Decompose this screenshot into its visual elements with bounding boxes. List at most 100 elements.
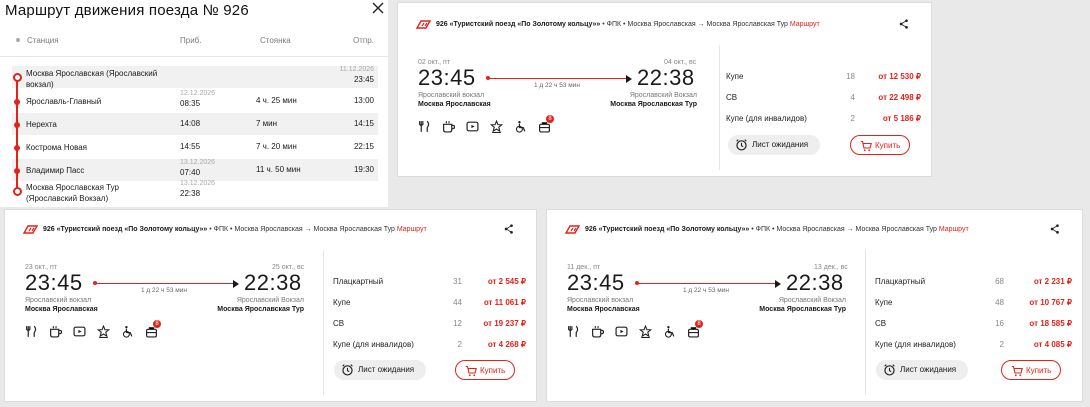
- class-price[interactable]: от 4 268 ₽: [488, 340, 526, 349]
- seat-count: 2: [850, 114, 855, 123]
- train-title: 926 «Туристский поезд «По Золотому кольц…: [436, 21, 820, 28]
- departure-station: Москва Ярославская: [418, 101, 491, 108]
- class-price[interactable]: от 22 498 ₽: [878, 93, 921, 102]
- seat-count: 12: [453, 319, 462, 328]
- arrival-time: 14:55: [180, 142, 201, 151]
- arrival-station-small: Ярославский Вокзал: [236, 297, 304, 304]
- share-icon[interactable]: [899, 19, 909, 29]
- class-price[interactable]: от 11 061 ₽: [484, 298, 526, 307]
- stop-duration: 4 ч. 25 мин: [256, 96, 297, 105]
- class-price[interactable]: от 19 237 ₽: [483, 319, 526, 328]
- cart-icon: [860, 140, 872, 152]
- seat-count: 68: [995, 277, 1004, 286]
- class-price[interactable]: от 2 545 ₽: [488, 277, 526, 286]
- departure-station-small: Ярославский вокзал: [25, 297, 92, 304]
- route-link[interactable]: Маршрут: [790, 21, 820, 28]
- seat-count: 2: [457, 340, 462, 349]
- departure-time: 23:45: [25, 270, 83, 295]
- arrival-time: 07:40: [180, 168, 201, 177]
- class-price[interactable]: от 2 231 ₽: [1034, 277, 1072, 286]
- travel-arrow: [95, 283, 235, 284]
- wheelchair-icon: [122, 325, 133, 338]
- carrier: ФПК: [606, 21, 622, 28]
- arrow-head: [775, 279, 781, 288]
- waitlist-label: Лист ожидания: [900, 365, 957, 374]
- wheelchair-icon: [515, 120, 526, 133]
- seat-count: 2: [999, 340, 1004, 349]
- departure-time: 23:45: [418, 65, 476, 90]
- route-link[interactable]: Маршрут: [939, 226, 969, 233]
- stop-marker: [14, 168, 20, 174]
- luggage-badge: 8: [546, 115, 554, 123]
- route-row: Ярославль-Главный 12.12.2026 08:35 4 ч. 25 …: [12, 90, 378, 112]
- class-name: Купе (для инвалидов): [875, 340, 956, 349]
- buy-button[interactable]: Купить: [1001, 360, 1061, 380]
- travel-duration: 1 д 22 ч 53 мин: [534, 82, 580, 89]
- share-icon[interactable]: [1050, 224, 1060, 234]
- route-from: Москва Ярославская: [627, 21, 698, 28]
- station-name-line2: (Ярославский Вокзал): [26, 194, 109, 203]
- route-arrow: →: [697, 21, 707, 28]
- route-row: Нерехта 14:08 7 мин 14:15: [12, 113, 378, 135]
- departure-time: 23:45: [567, 270, 625, 295]
- travel-arrow: [488, 78, 628, 79]
- share-icon[interactable]: [504, 224, 514, 234]
- station-name: Москва Ярославская (Ярославский: [26, 69, 158, 78]
- star-icon: [490, 120, 503, 133]
- waitlist-button[interactable]: Лист ожидания: [876, 360, 968, 380]
- coffee-icon: [50, 326, 62, 338]
- header-arrival: Приб.: [180, 36, 202, 45]
- arrival-time: 22:38: [637, 65, 695, 90]
- station-name-line2: вокзал): [26, 80, 54, 89]
- buy-button[interactable]: Купить: [850, 135, 910, 155]
- arrival-time: 22:38: [180, 189, 201, 198]
- class-price[interactable]: от 4 085 ₽: [1034, 340, 1072, 349]
- buy-label: Купить: [875, 141, 901, 150]
- departure-time: 22:15: [353, 142, 374, 151]
- class-price[interactable]: от 18 585 ₽: [1029, 319, 1072, 328]
- brand-rzd-icon: [23, 225, 38, 234]
- class-price[interactable]: от 10 767 ₽: [1029, 298, 1072, 307]
- carrier: ФПК: [755, 226, 771, 233]
- station-name: Владимир Пасс: [26, 166, 85, 175]
- route-line: [16, 74, 18, 193]
- stop-marker: [14, 122, 20, 128]
- waitlist-button[interactable]: Лист ожидания: [334, 360, 426, 380]
- alarm-clock-icon: [736, 139, 747, 151]
- arrival-date: 13.12.2026: [180, 180, 216, 187]
- card-divider: [323, 250, 324, 395]
- route-row: Кострома Новая 14:55 7 ч. 20 мин 22:15: [12, 136, 378, 158]
- header-bullet: [16, 38, 20, 42]
- waitlist-button[interactable]: Лист ожидания: [728, 135, 820, 155]
- station-name: Ярославль-Главный: [26, 97, 102, 106]
- arrival-station: Москва Ярославская Тур: [610, 101, 697, 108]
- stop-marker: [14, 145, 20, 151]
- video-icon: [466, 121, 479, 132]
- brand-rzd-icon: [416, 20, 431, 29]
- card-divider: [719, 45, 720, 170]
- route-title: Маршрут движения поезда № 926: [5, 2, 249, 19]
- arrival-time: 14:08: [180, 119, 201, 128]
- stop-duration: 7 ч. 20 мин: [256, 142, 297, 151]
- close-icon[interactable]: [371, 1, 385, 15]
- class-price[interactable]: от 12 530 ₽: [878, 72, 921, 81]
- departure-time: 23:45: [353, 75, 374, 84]
- arrival-time: 22:38: [244, 270, 302, 295]
- route-link[interactable]: Маршрут: [397, 226, 427, 233]
- waitlist-label: Лист ожидания: [358, 365, 415, 374]
- arrow-head: [626, 74, 632, 83]
- class-name: Купе (для инвалидов): [333, 340, 414, 349]
- buy-label: Купить: [480, 366, 506, 375]
- class-price[interactable]: от 5 186 ₽: [883, 114, 921, 123]
- coffee-icon: [443, 121, 455, 133]
- buy-label: Купить: [1026, 366, 1052, 375]
- cart-icon: [465, 365, 477, 377]
- train-title: 926 «Туристский поезд «По Золотому кольц…: [43, 226, 427, 233]
- seat-count: 4: [850, 93, 855, 102]
- brand-rzd-icon: [565, 225, 580, 234]
- departure-station: Москва Ярославская: [567, 306, 640, 313]
- arrival-station-small: Ярославский Вокзал: [778, 297, 846, 304]
- buy-button[interactable]: Купить: [455, 360, 515, 380]
- stop-duration: 7 мин: [256, 119, 278, 128]
- station-name: Москва Ярославская Тур: [26, 183, 119, 192]
